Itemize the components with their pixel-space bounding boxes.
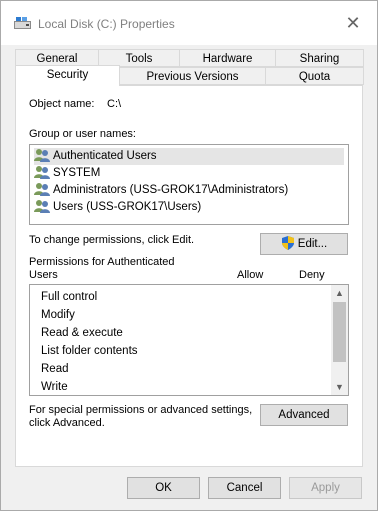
- list-item-label: SYSTEM: [53, 167, 101, 179]
- permission-item: Read: [41, 363, 69, 375]
- object-name-label: Object name:: [29, 98, 95, 110]
- tab-quota[interactable]: Quota: [265, 67, 364, 85]
- scroll-down-icon[interactable]: ▼: [331, 379, 348, 395]
- group-list[interactable]: Authenticated Users SYSTEM Administrator…: [29, 144, 349, 225]
- advanced-button[interactable]: Advanced: [260, 404, 348, 426]
- list-item-administrators[interactable]: Administrators (USS-GROK17\Administrator…: [34, 182, 288, 199]
- group-names-label: Group or user names:: [29, 128, 136, 140]
- special-permissions-text-line2: click Advanced.: [29, 417, 105, 429]
- permissions-list[interactable]: Full control Modify Read & execute List …: [29, 284, 349, 396]
- list-item-authenticated-users[interactable]: Authenticated Users: [34, 148, 344, 165]
- permission-item: Full control: [41, 291, 98, 303]
- permission-item: Write: [41, 381, 68, 393]
- ok-button[interactable]: OK: [127, 477, 200, 499]
- permissions-label-line2: Users: [29, 269, 58, 281]
- list-item-label: Administrators (USS-GROK17\Administrator…: [53, 184, 289, 196]
- window-title: Local Disk (C:) Properties: [38, 17, 175, 31]
- users-icon: [34, 183, 50, 196]
- object-name-value: C:\: [107, 98, 122, 110]
- permission-item: Read & execute: [41, 327, 123, 339]
- close-icon[interactable]: ✕: [341, 11, 365, 35]
- tab-hardware[interactable]: Hardware: [179, 49, 276, 67]
- permissions-label-line1: Permissions for Authenticated: [29, 256, 175, 268]
- permissions-scrollbar[interactable]: ▲ ▼: [331, 285, 348, 395]
- list-item-label: Authenticated Users: [53, 150, 157, 162]
- users-icon: [34, 166, 50, 179]
- scroll-thumb[interactable]: [333, 302, 346, 362]
- special-permissions-text-line1: For special permissions or advanced sett…: [29, 404, 253, 416]
- users-icon: [34, 200, 50, 213]
- tab-previous-versions[interactable]: Previous Versions: [119, 67, 266, 85]
- edit-button[interactable]: Edit...: [260, 233, 348, 255]
- deny-column-header: Deny: [299, 269, 325, 281]
- list-item-users[interactable]: Users (USS-GROK17\Users): [34, 199, 201, 216]
- change-permissions-text: To change permissions, click Edit.: [29, 234, 195, 246]
- shield-icon: [281, 236, 294, 250]
- drive-icon: [14, 17, 31, 29]
- list-item-label: Users (USS-GROK17\Users): [53, 201, 202, 213]
- tab-security[interactable]: Security: [15, 65, 120, 86]
- permission-item: Modify: [41, 309, 75, 321]
- edit-button-label: Edit...: [297, 238, 328, 250]
- apply-button[interactable]: Apply: [289, 477, 362, 499]
- properties-dialog: Local Disk (C:) Properties ✕ General Too…: [0, 0, 378, 511]
- security-panel: Object name: C:\ Group or user names: Au…: [15, 85, 363, 467]
- list-item-system[interactable]: SYSTEM: [34, 165, 100, 182]
- tab-sharing[interactable]: Sharing: [275, 49, 364, 67]
- users-icon: [34, 149, 50, 162]
- permission-item: List folder contents: [41, 345, 138, 357]
- title-bar: Local Disk (C:) Properties ✕: [1, 1, 377, 45]
- allow-column-header: Allow: [237, 269, 264, 281]
- cancel-button[interactable]: Cancel: [208, 477, 281, 499]
- scroll-up-icon[interactable]: ▲: [331, 285, 348, 301]
